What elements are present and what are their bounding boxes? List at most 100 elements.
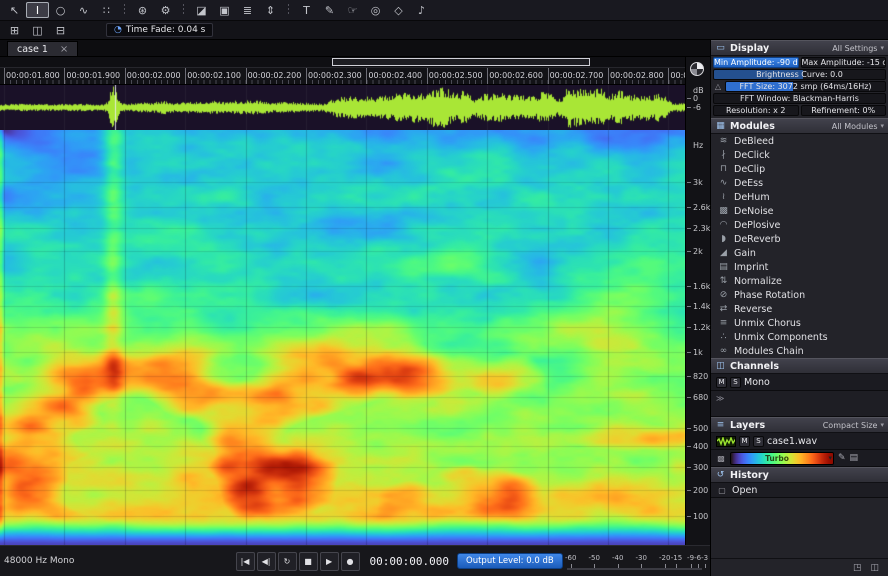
layer-solo-button[interactable]: S <box>753 435 764 447</box>
channel-row-mono[interactable]: M S Mono <box>711 374 888 391</box>
module-reverse[interactable]: ⇄ Reverse <box>711 302 888 316</box>
gain-tool[interactable]: ⇕ <box>259 2 282 18</box>
module-denoise[interactable]: ▩ DeNoise <box>711 204 888 218</box>
module-phase-rotation[interactable]: ⊘ Phase Rotation <box>711 288 888 302</box>
colormap-edit-icon[interactable]: ✎ <box>838 453 846 463</box>
meter-tick-label: -3 <box>701 554 709 562</box>
layout-tool[interactable]: ⊟ <box>49 22 72 38</box>
history-item-open[interactable]: ▢ Open <box>711 483 888 498</box>
eraser-tool[interactable]: ◪ <box>190 2 213 18</box>
text-annotation-tool[interactable]: T <box>295 2 318 18</box>
ruler-label: 00:00:02.100 <box>187 71 241 80</box>
hand-tool[interactable]: ☞ <box>341 2 364 18</box>
module-deess[interactable]: ∿ DeEss <box>711 176 888 190</box>
colormap-library-icon[interactable]: ▤ <box>850 453 859 463</box>
ruler-label: 00:00:01.800 <box>6 71 60 80</box>
heal-tool[interactable]: ⊛ <box>131 2 154 18</box>
module-dereverb[interactable]: ◗ DeReverb <box>711 232 888 246</box>
modules-panel-header[interactable]: ▦ Modules All Modules ▾ <box>711 118 888 134</box>
display-icon: ▭ <box>716 43 725 53</box>
display-panel-header[interactable]: ▭ Display All Settings ▾ <box>711 40 888 56</box>
overview-window[interactable] <box>332 58 590 66</box>
output-level-button[interactable]: Output Level: 0.0 dB <box>457 553 563 569</box>
ab-compare-tool[interactable]: ◫ <box>26 22 49 38</box>
module-dehum-icon: ≀ <box>721 192 726 202</box>
modules-filter-dropdown[interactable]: All Modules ▾ <box>832 122 884 131</box>
harmonic-repair-tool[interactable]: ≣ <box>236 2 259 18</box>
module-deplosive[interactable]: ◠ DePlosive <box>711 218 888 232</box>
clone-stamp-tool[interactable]: ▣ <box>213 2 236 18</box>
options-icon[interactable]: ◫ <box>870 563 879 573</box>
module-dehum[interactable]: ≀ DeHum <box>711 190 888 204</box>
playback-tool[interactable]: ♪ <box>410 2 433 18</box>
freq-tick-680: 680 <box>686 393 709 403</box>
play-button[interactable]: ▶ <box>319 551 339 571</box>
layer-row-case1[interactable]: M S case1.wav <box>711 433 888 450</box>
module-unmix-chorus[interactable]: ≡ Unmix Chorus <box>711 316 888 330</box>
layer-mute-button[interactable]: M <box>739 435 750 447</box>
module-imprint[interactable]: ▤ Imprint <box>711 260 888 274</box>
lasso-selection-tool[interactable]: ○ <box>49 2 72 18</box>
toolbar-separator <box>121 4 128 16</box>
colormap-selector[interactable]: Turbo ▾ <box>730 451 834 465</box>
channel-solo-button[interactable]: S <box>730 376 741 388</box>
go-to-start-button[interactable]: |◀ <box>235 551 255 571</box>
record-button[interactable]: ● <box>340 551 360 571</box>
display-settings-dropdown-label: All Settings <box>832 43 878 53</box>
layers-size-dropdown[interactable]: Compact Size ▾ <box>823 421 884 430</box>
freq-tick-2.6k: 2.6k <box>686 203 711 213</box>
display-settings-dropdown[interactable]: All Settings ▾ <box>832 44 884 53</box>
duplicate-icon[interactable]: ◳ <box>853 563 862 573</box>
stop-button[interactable]: ■ <box>298 551 318 571</box>
module-declick[interactable]: ∤ DeClick <box>711 148 888 162</box>
tab-case1[interactable]: case 1 × <box>7 41 79 56</box>
channels-panel-header[interactable]: ◫ Channels <box>711 358 888 374</box>
min-amplitude-field[interactable]: Min Amplitude: -90 dB <box>713 57 799 68</box>
waveform-view[interactable] <box>0 85 685 130</box>
expand-icon[interactable]: ≫ <box>716 394 724 403</box>
zoom-tool[interactable]: ◎ <box>364 2 387 18</box>
resolution-field[interactable]: Resolution: x 2 <box>713 105 799 116</box>
colormap-dropdown-icon[interactable]: ▾ <box>828 454 832 462</box>
max-amplitude-field[interactable]: Max Amplitude: -15 dB <box>800 57 886 68</box>
module-label: DePlosive <box>734 219 781 231</box>
tab-close-icon[interactable]: × <box>60 44 68 55</box>
ruler-tick <box>185 68 187 84</box>
module-debleed[interactable]: ≋ DeBleed <box>711 134 888 148</box>
module-normalize[interactable]: ⇅ Normalize <box>711 274 888 288</box>
module-gain[interactable]: ◢ Gain <box>711 246 888 260</box>
pencil-tool[interactable]: ✎ <box>318 2 341 18</box>
go-to-end-button[interactable]: ◀| <box>256 551 276 571</box>
selection-tool[interactable]: ↖ <box>3 2 26 18</box>
selection-tools-more[interactable]: ∷ <box>95 2 118 18</box>
spectrogram-view[interactable] <box>0 130 685 545</box>
overview-bar[interactable] <box>0 57 685 68</box>
frequency-selection-tool[interactable]: ∿ <box>72 2 95 18</box>
brightness-curve-field[interactable]: Brightness Curve: 0.0 <box>713 69 886 80</box>
layers-panel-header[interactable]: ≡ Layers Compact Size ▾ <box>711 417 888 433</box>
module-modules-chain[interactable]: ∞ Modules Chain <box>711 344 888 358</box>
pan-wheel-icon[interactable] <box>690 62 704 76</box>
tab-bar: case 1 × <box>0 40 710 57</box>
module-unmix-components[interactable]: ∴ Unmix Components <box>711 330 888 344</box>
fft-size-field[interactable]: FFT Size: 3072 smp (64ms/16Hz) <box>725 81 886 92</box>
3d-view-tool[interactable]: ◇ <box>387 2 410 18</box>
loop-button[interactable]: ↻ <box>277 551 297 571</box>
colormap-label: Turbo <box>765 453 789 463</box>
history-panel-header[interactable]: ↺ History <box>711 467 888 483</box>
resolution-row: Resolution: x 2 Refinement: 0% <box>711 104 888 118</box>
module-declip[interactable]: ⊓ DeClip <box>711 162 888 176</box>
fft-window-field[interactable]: FFT Window: Blackman-Harris <box>713 93 886 104</box>
db-tick-0: 0 <box>686 94 699 103</box>
time-ruler[interactable]: 00:00:01.800 00:00:01.900 00:00:02.000 00:0… <box>0 68 710 85</box>
freq-tick-3k: 3k <box>687 178 703 188</box>
module-label: Phase Rotation <box>734 289 806 301</box>
refinement-field[interactable]: Refinement: 0% <box>800 105 886 116</box>
meter-tick-label: -30 <box>635 554 647 562</box>
channel-mute-button[interactable]: M <box>716 376 727 388</box>
process-tool[interactable]: ⚙ <box>154 2 177 18</box>
time-selection-tool[interactable]: I <box>26 2 49 18</box>
time-fade-field[interactable]: ◔ Time Fade: 0.04 s <box>106 23 214 37</box>
transform-tool[interactable]: ⊞ <box>3 22 26 38</box>
db-tick-minus6: -6 <box>687 103 701 112</box>
